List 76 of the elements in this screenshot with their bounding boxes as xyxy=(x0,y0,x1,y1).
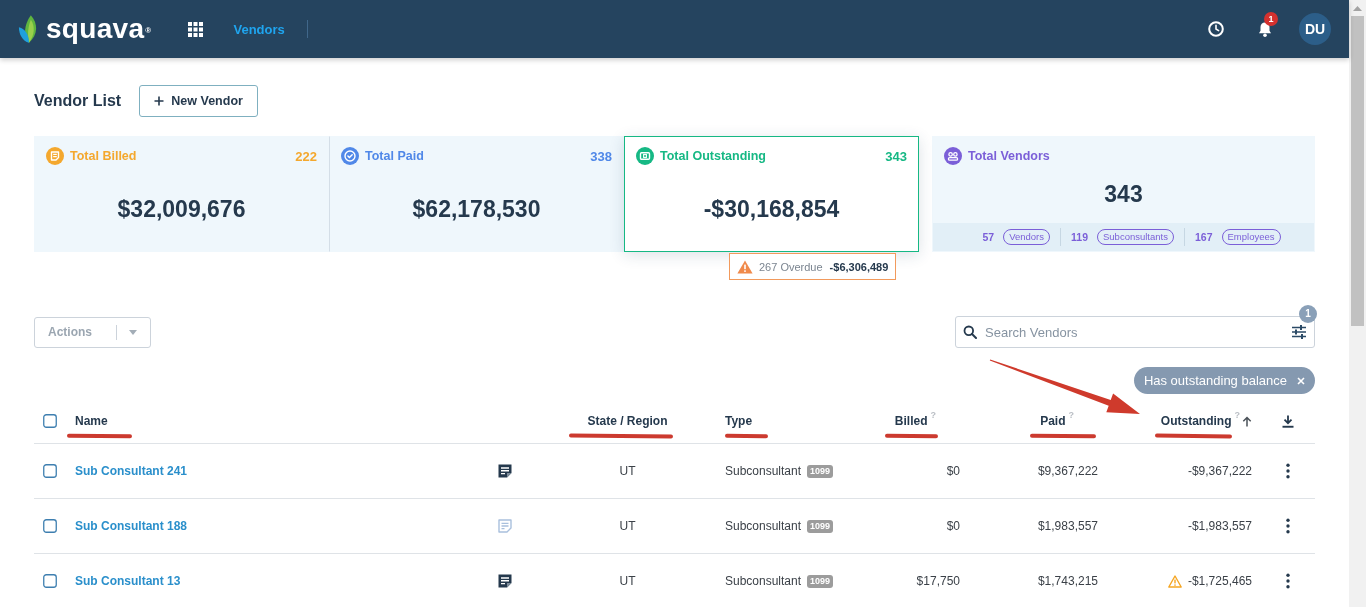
caret-icon xyxy=(129,329,137,335)
outstanding-amount: -$1,983,557 xyxy=(1187,519,1252,533)
app-grid-icon[interactable] xyxy=(187,21,203,37)
search-icon xyxy=(963,325,977,339)
summary-card[interactable]: Total Outstanding 343 -$30,168,854 xyxy=(624,136,919,252)
warning-icon xyxy=(737,259,753,274)
logo-wordmark[interactable]: squava$^{®}$ xyxy=(46,14,152,44)
outstanding-amount: -$9,367,222 xyxy=(1187,464,1252,478)
overdue-count: 267 Overdue xyxy=(759,260,823,273)
row-checkbox[interactable] xyxy=(43,464,57,478)
tax-form-badge: 1099 xyxy=(807,519,834,533)
nav-link[interactable]: Vendors xyxy=(233,21,285,37)
sort-up-icon[interactable] xyxy=(1242,415,1252,427)
note-icon[interactable] xyxy=(497,573,513,589)
search-field[interactable]: Search Vendors xyxy=(955,316,1315,348)
row-checkbox[interactable] xyxy=(43,519,57,533)
billed-amount: $0 xyxy=(946,519,960,533)
card-value: $32,009,676 xyxy=(116,195,247,223)
notification-badge: 1 xyxy=(1264,11,1278,26)
vendor-type: Subconsultant xyxy=(725,464,802,478)
new-vendor-button[interactable]: New Vendor xyxy=(139,85,259,117)
filter-icon[interactable] xyxy=(1291,325,1307,339)
card-title: Total Billed xyxy=(70,149,137,163)
breakdown-count: 119 xyxy=(1071,231,1088,243)
paid-amount: $1,743,215 xyxy=(1037,574,1098,588)
plus-icon xyxy=(154,96,165,106)
column-header[interactable]: Paid xyxy=(1040,414,1066,428)
column-header[interactable]: State / Region xyxy=(587,414,668,428)
filter-count-badge: 1 xyxy=(1299,305,1317,323)
select-all-checkbox[interactable] xyxy=(43,414,57,428)
note-icon[interactable] xyxy=(497,463,513,479)
paid-amount: $1,983,557 xyxy=(1037,519,1098,533)
card-value: -$30,168,854 xyxy=(702,195,841,223)
card-title: Total Paid xyxy=(365,149,424,163)
state-cell: UT xyxy=(619,574,636,588)
summary-card[interactable]: Total Billed 222 $32,009,676 xyxy=(34,136,329,252)
column-header[interactable]: Billed xyxy=(894,414,928,428)
breakdown-count: 167 xyxy=(1194,231,1213,243)
more-options-icon[interactable] xyxy=(1286,463,1290,479)
scrollbar-thumb[interactable] xyxy=(1351,16,1364,326)
page-title: Vendor List xyxy=(34,92,122,110)
billed-amount: $0 xyxy=(946,464,960,478)
download-icon[interactable] xyxy=(1282,414,1294,428)
vendor-type: Subconsultant xyxy=(725,519,802,533)
more-options-icon[interactable] xyxy=(1286,573,1290,589)
column-header[interactable]: Outstanding xyxy=(1160,414,1232,428)
outstanding-amount: -$1,725,465 xyxy=(1187,574,1252,588)
vendor-name-link[interactable]: Sub Consultant 13 xyxy=(75,574,181,588)
card-count: 338 xyxy=(590,148,612,164)
column-header[interactable]: Type xyxy=(725,414,753,428)
card-count: 222 xyxy=(295,148,317,164)
summary-card[interactable]: Total Paid 338 $62,178,530 xyxy=(329,136,624,252)
billed-amount: $17,750 xyxy=(916,574,960,588)
summary-card[interactable]: Total Vendors 343 57 Vendors 119 Subconsultants 167 Employees xyxy=(932,136,1315,252)
user-avatar[interactable]: DU xyxy=(1299,13,1331,45)
card-title: Total Vendors xyxy=(968,149,1050,163)
card-title: Total Outstanding xyxy=(660,149,766,163)
card-value: $62,178,530 xyxy=(411,195,542,223)
state-cell: UT xyxy=(619,519,636,533)
tax-form-badge: 1099 xyxy=(807,574,834,588)
more-options-icon[interactable] xyxy=(1286,518,1290,534)
clock-icon[interactable] xyxy=(1208,21,1224,37)
paid-amount: $9,367,222 xyxy=(1037,464,1098,478)
card-value: 343 xyxy=(1103,180,1144,208)
breakdown-count: 57 xyxy=(982,231,995,243)
overdue-amount: -$6,306,489 xyxy=(829,260,889,273)
vendor-name-link[interactable]: Sub Consultant 241 xyxy=(75,464,187,478)
vendor-type: Subconsultant xyxy=(725,574,802,588)
tax-form-badge: 1099 xyxy=(807,464,834,478)
close-icon[interactable] xyxy=(1297,376,1305,385)
card-count: 343 xyxy=(885,148,907,164)
column-header[interactable]: Name xyxy=(75,414,108,428)
state-cell: UT xyxy=(619,464,636,478)
vendor-name-link[interactable]: Sub Consultant 188 xyxy=(75,519,187,533)
scrollbar[interactable] xyxy=(1349,0,1366,607)
row-checkbox[interactable] xyxy=(43,574,57,588)
